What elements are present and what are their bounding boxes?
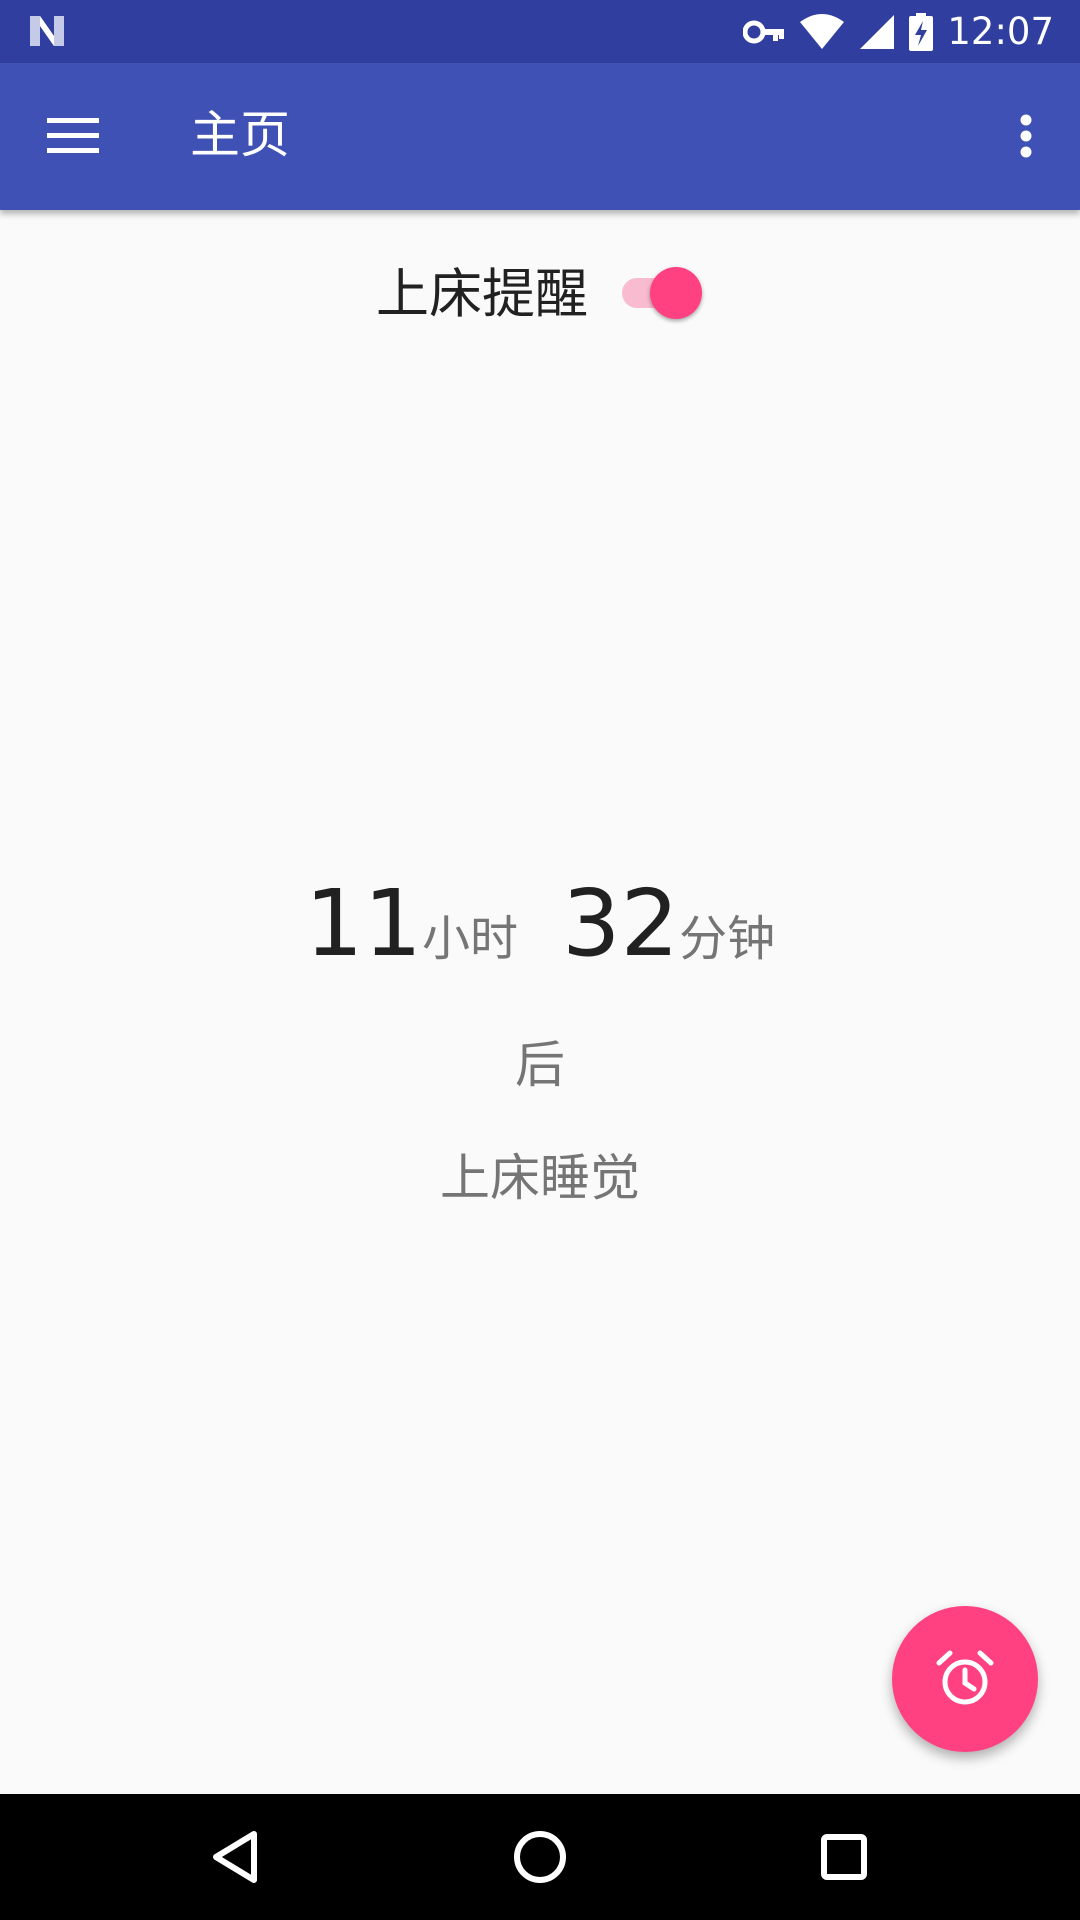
notification-n-icon: [30, 16, 64, 46]
battery-charging-icon: [909, 12, 934, 51]
wifi-icon: [800, 13, 845, 49]
recents-icon: [821, 1834, 867, 1880]
more-vert-icon: [1020, 114, 1032, 158]
minutes-unit: 分钟: [679, 911, 776, 967]
recents-button[interactable]: [809, 1822, 879, 1892]
app-bar: 主页: [0, 63, 1080, 210]
switch-thumb: [650, 267, 702, 319]
navigation-bar: [0, 1794, 1080, 1920]
status-time: 12:07: [947, 10, 1054, 53]
status-icons: 12:07: [743, 0, 1054, 63]
back-icon: [213, 1831, 257, 1883]
alarm-fab-button[interactable]: [892, 1606, 1038, 1752]
home-icon: [514, 1831, 566, 1883]
minutes-value: 32: [562, 870, 680, 977]
alarm-icon: [936, 1650, 994, 1705]
bedtime-reminder-row: 上床提醒: [0, 250, 1080, 330]
home-button[interactable]: [505, 1822, 575, 1892]
cell-signal-icon: [860, 14, 895, 49]
after-label: 后: [515, 1036, 565, 1094]
bedtime-reminder-label: 上床提醒: [376, 264, 588, 325]
hours-unit: 小时: [421, 911, 518, 967]
hamburger-menu-icon: [47, 118, 99, 153]
back-button[interactable]: [200, 1822, 270, 1892]
hours-value: 11: [304, 870, 422, 977]
more-options-button[interactable]: [996, 106, 1056, 166]
vpn-key-icon: [743, 20, 785, 43]
countdown: 11 小时 32 分钟: [0, 870, 1080, 990]
screen: 12:07 主页 上床提醒 11 小时 32 分钟 后 上床睡觉: [0, 0, 1080, 1920]
go-to-bed-label: 上床睡觉: [440, 1149, 640, 1207]
menu-button[interactable]: [40, 106, 106, 166]
page-title: 主页: [190, 106, 290, 164]
bedtime-reminder-switch[interactable]: [618, 262, 704, 319]
status-bar: 12:07: [0, 0, 1080, 63]
